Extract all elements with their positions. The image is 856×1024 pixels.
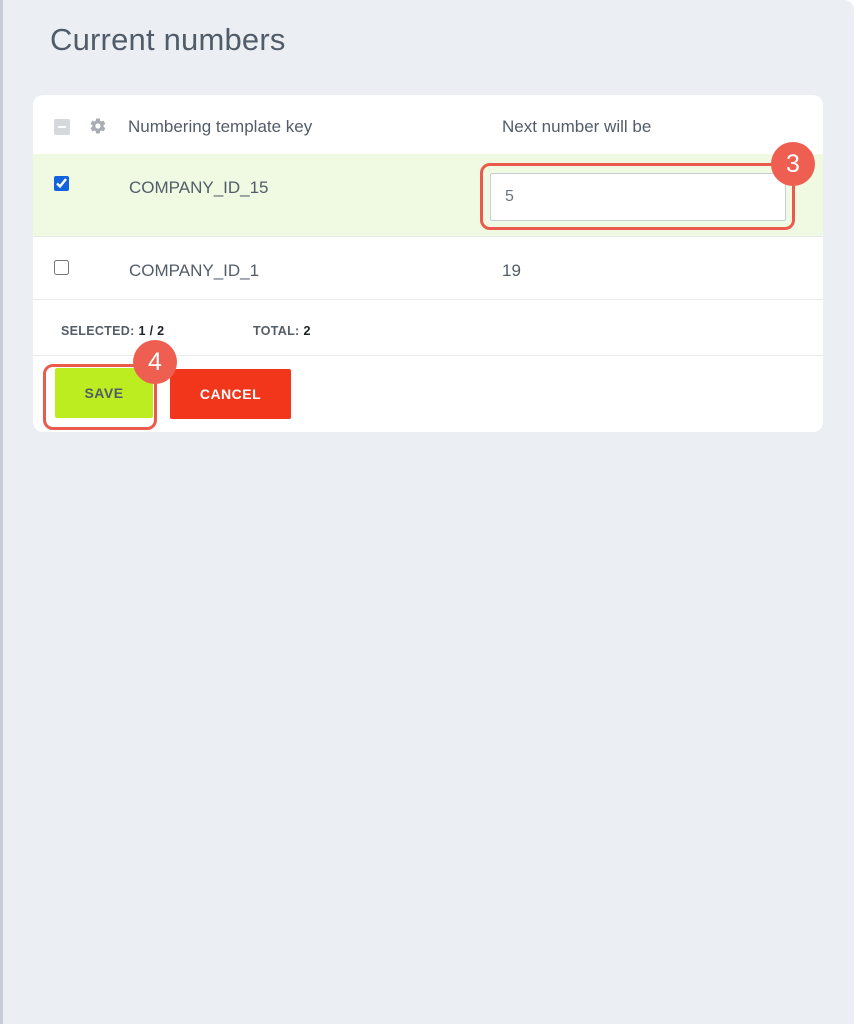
table-row[interactable]: COMPANY_ID_15 xyxy=(33,154,823,237)
gear-icon[interactable] xyxy=(89,117,107,135)
next-number-input[interactable] xyxy=(490,173,786,221)
column-header-next-number[interactable]: Next number will be xyxy=(502,117,651,137)
slider-panel: Current numbers Numbering template key N… xyxy=(3,0,854,1024)
page-title: Current numbers xyxy=(50,22,286,57)
selected-count: SELECTED: 1 / 2 xyxy=(61,324,164,338)
total-count-label: TOTAL: xyxy=(253,324,300,338)
row-checkbox[interactable] xyxy=(54,260,69,275)
template-key-cell: COMPANY_ID_1 xyxy=(129,261,260,280)
selected-count-value: 1 / 2 xyxy=(138,324,165,338)
selected-count-label: SELECTED: xyxy=(61,324,135,338)
select-all-checkbox[interactable] xyxy=(54,119,70,135)
step-badge-4: 4 xyxy=(133,340,177,384)
total-count: TOTAL: 2 xyxy=(253,324,311,338)
step-badge-3: 3 xyxy=(771,142,815,186)
total-count-value: 2 xyxy=(303,324,311,338)
table-row[interactable]: COMPANY_ID_1 19 xyxy=(33,237,823,300)
row-checkbox[interactable] xyxy=(54,176,69,191)
next-number-cell: 19 xyxy=(502,261,521,280)
cancel-button[interactable]: CANCEL xyxy=(170,369,291,419)
template-key-cell: COMPANY_ID_15 xyxy=(129,178,269,197)
column-header-template-key[interactable]: Numbering template key xyxy=(128,117,312,137)
grid-header-row: Numbering template key Next number will … xyxy=(33,95,823,153)
